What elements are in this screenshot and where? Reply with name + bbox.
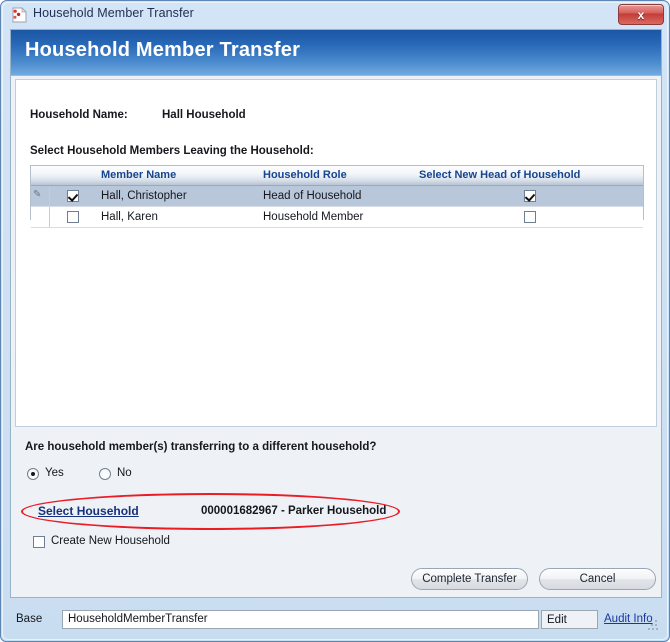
title-bar: Household Member Transfer x	[1, 1, 670, 29]
row-leaving-checkbox[interactable]	[67, 190, 79, 202]
column-header-member-name[interactable]: Member Name	[101, 169, 176, 181]
page-header-banner: Household Member Transfer	[11, 30, 661, 76]
row-new-head-checkbox[interactable]	[524, 190, 536, 202]
cancel-button[interactable]: Cancel	[539, 568, 656, 590]
app-document-icon	[12, 7, 27, 23]
radio-yes-label: Yes	[45, 467, 64, 479]
cell-household-role: Household Member	[263, 211, 364, 223]
row-header-cell[interactable]: ✎	[31, 186, 50, 206]
resize-grip[interactable]	[648, 620, 658, 630]
transfer-question-label: Are household member(s) transferring to …	[25, 441, 377, 453]
radio-yes-indicator	[27, 468, 39, 480]
grid-header-row: Member Name Household Role Select New He…	[31, 166, 643, 186]
household-name-label: Household Name:	[30, 109, 128, 121]
edit-pencil-icon: ✎	[33, 189, 42, 200]
table-row[interactable]: Hall, Karen Household Member	[31, 207, 643, 228]
client-area: Household Member Transfer Household Name…	[10, 29, 662, 598]
close-button[interactable]: x	[618, 4, 664, 25]
row-leaving-checkbox[interactable]	[67, 211, 79, 223]
status-path-value: HouseholdMemberTransfer	[68, 613, 208, 625]
select-members-label: Select Household Members Leaving the Hou…	[30, 145, 314, 157]
select-household-link[interactable]: Select Household	[38, 504, 139, 518]
create-new-household-label: Create New Household	[51, 535, 170, 547]
cell-member-name: Hall, Karen	[101, 211, 158, 223]
household-members-grid: Member Name Household Role Select New He…	[30, 165, 644, 228]
status-bar: Base HouseholdMemberTransfer Edit Audit …	[10, 609, 662, 633]
status-base-label: Base	[16, 613, 43, 625]
row-header-cell[interactable]	[31, 207, 50, 227]
table-row[interactable]: ✎ Hall, Christopher Head of Household	[31, 186, 643, 207]
status-path-field[interactable]: HouseholdMemberTransfer	[62, 610, 539, 629]
audit-info-link[interactable]: Audit Info	[604, 613, 653, 625]
radio-no-indicator	[99, 468, 111, 480]
radio-no-label: No	[117, 467, 132, 479]
page-title: Household Member Transfer	[25, 39, 301, 61]
content-panel: Household Name: Hall Household Select Ho…	[15, 79, 657, 427]
column-header-household-role[interactable]: Household Role	[263, 169, 347, 181]
application-window: Household Member Transfer x Household Me…	[0, 0, 670, 642]
household-name-value: Hall Household	[162, 109, 246, 121]
cell-member-name: Hall, Christopher	[101, 190, 187, 202]
selected-household-value: 000001682967 - Parker Household	[201, 505, 387, 517]
row-new-head-checkbox[interactable]	[524, 211, 536, 223]
column-header-new-head[interactable]: Select New Head of Household	[419, 169, 580, 181]
create-new-household-box	[33, 536, 45, 548]
close-icon: x	[637, 7, 645, 22]
cell-household-role: Head of Household	[263, 190, 362, 202]
window-title: Household Member Transfer	[33, 6, 194, 20]
complete-transfer-button[interactable]: Complete Transfer	[411, 568, 528, 590]
status-edit-button[interactable]: Edit	[541, 610, 598, 629]
